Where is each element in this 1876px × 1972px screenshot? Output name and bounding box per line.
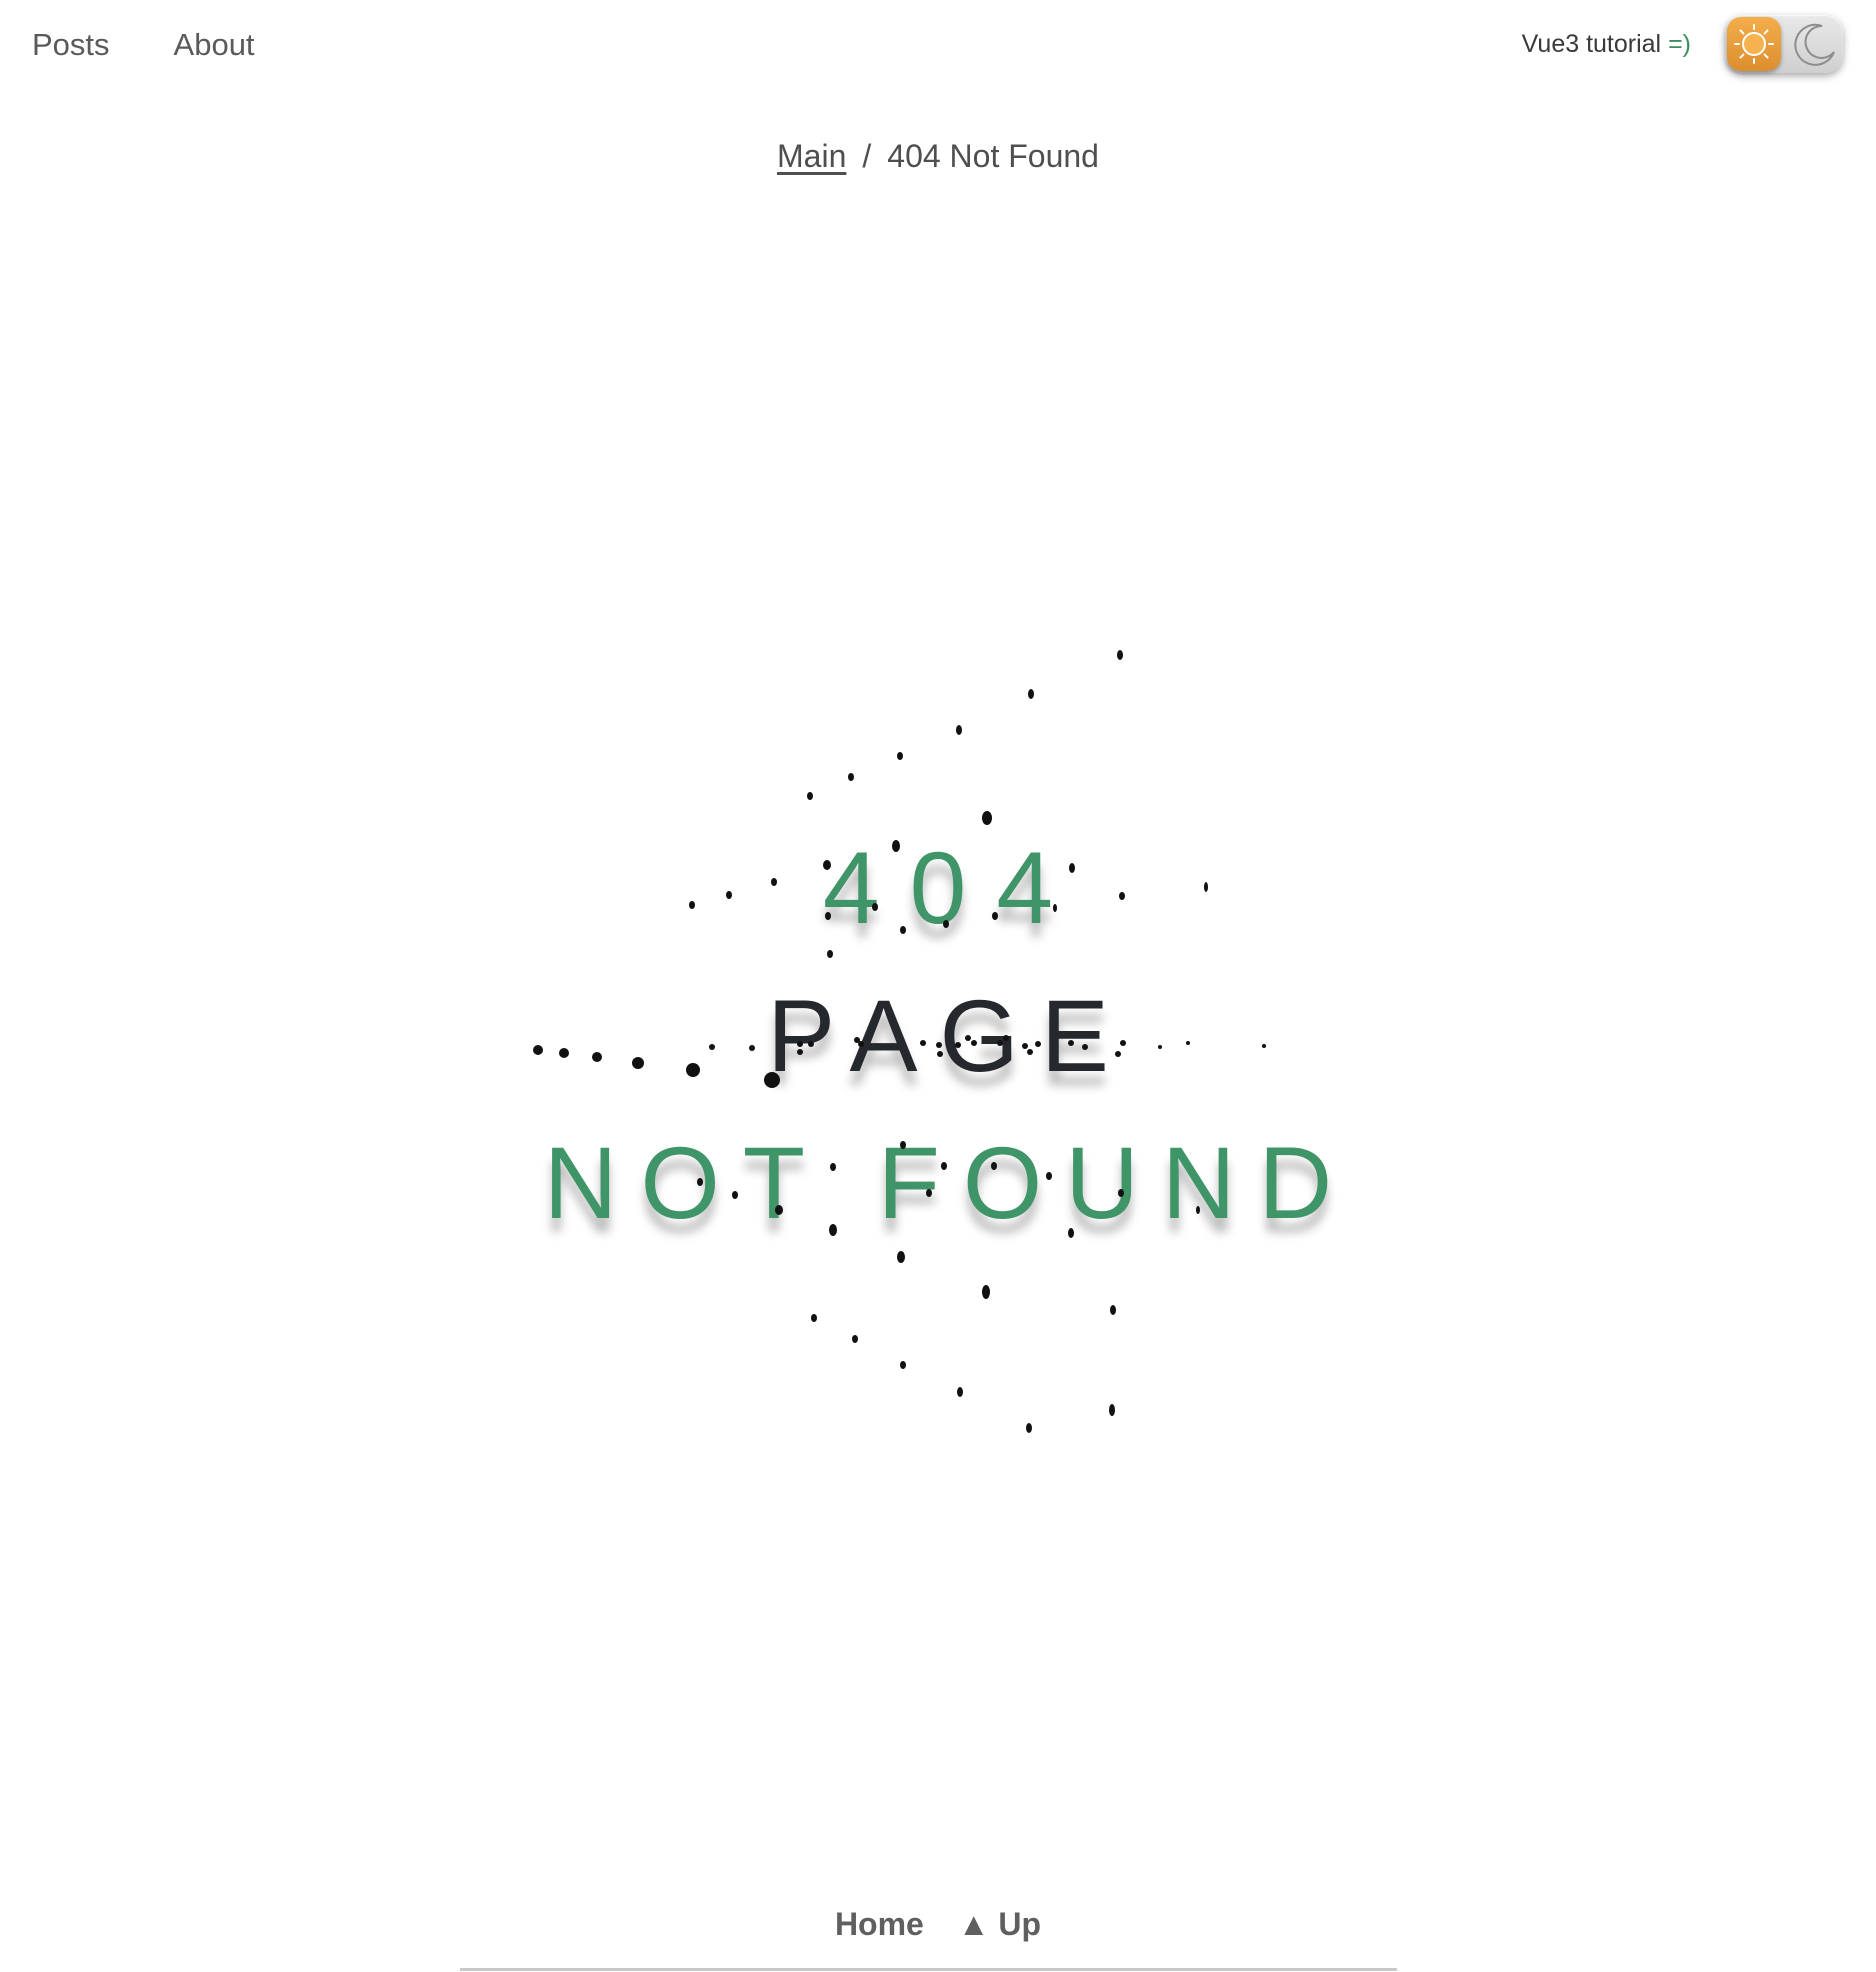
sun-icon xyxy=(1734,24,1774,64)
footer-up-link[interactable]: ▲ Up xyxy=(958,1896,1041,1952)
moon-icon xyxy=(1794,23,1835,66)
footer-home-link[interactable]: Home xyxy=(835,1896,924,1952)
toggle-knob xyxy=(1727,17,1781,71)
brand-title: Vue3 tutorial =) xyxy=(1522,14,1691,74)
breadcrumb-main-link[interactable]: Main xyxy=(777,138,846,174)
breadcrumb-separator: / xyxy=(862,138,872,174)
nav-link-about[interactable]: About xyxy=(174,20,255,70)
footer-nav: Home ▲ Up xyxy=(0,1896,1876,1952)
error-page-text: PAGE xyxy=(767,979,1131,1093)
error-not-found-text: NOT FOUND xyxy=(543,1126,1356,1240)
brand-smile: =) xyxy=(1668,30,1691,58)
moon-icon-wrap xyxy=(1789,19,1839,69)
footer-divider xyxy=(460,1968,1397,1971)
breadcrumb-current: 404 Not Found xyxy=(887,138,1099,174)
not-found-art: 404 PAGE NOT FOUND xyxy=(0,620,1876,1440)
brand-text: Vue3 tutorial xyxy=(1521,30,1669,58)
theme-toggle[interactable] xyxy=(1725,15,1843,73)
breadcrumb: Main / 404 Not Found xyxy=(0,132,1876,180)
header-right: Vue3 tutorial =) xyxy=(1522,14,1843,74)
nav-link-posts[interactable]: Posts xyxy=(32,20,110,70)
error-code-text: 404 xyxy=(822,831,1084,945)
main-nav: Posts About xyxy=(32,20,255,70)
